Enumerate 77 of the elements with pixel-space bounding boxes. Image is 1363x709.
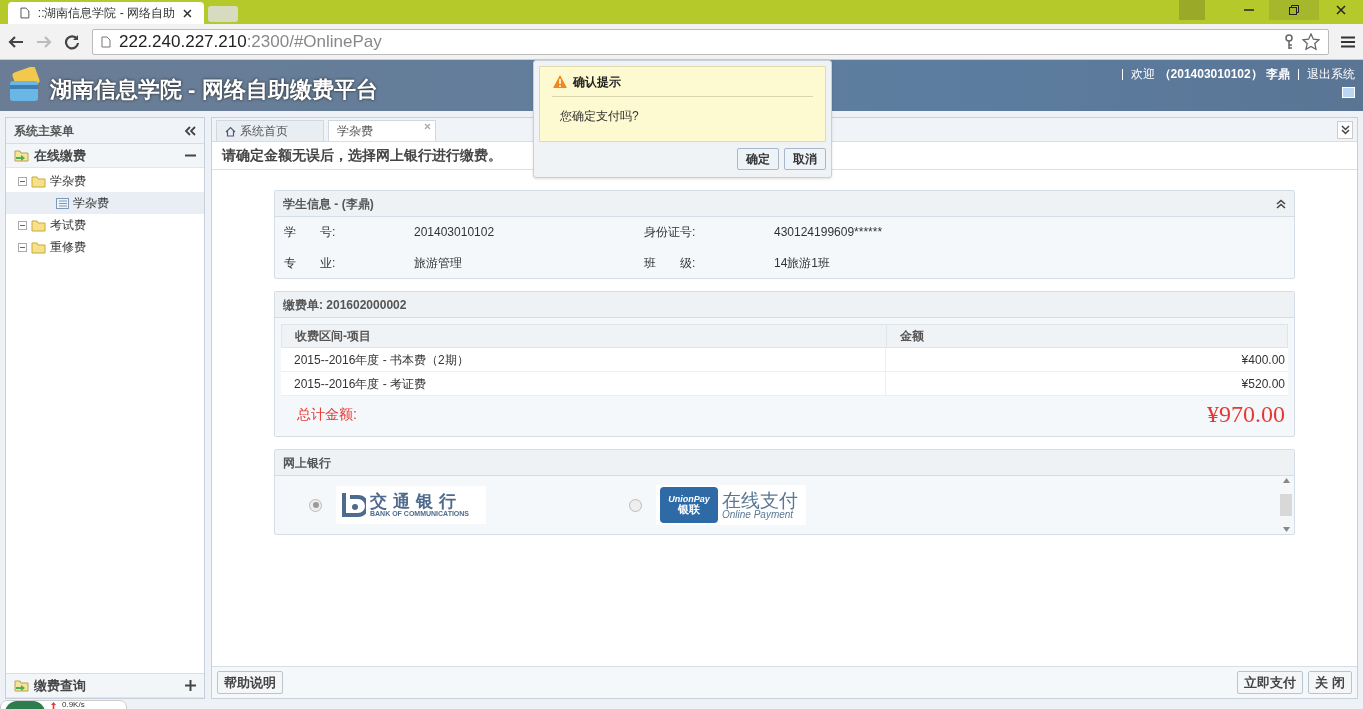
- warning-icon: [552, 74, 568, 89]
- radio-button[interactable]: [309, 498, 322, 512]
- table-cell: ¥520.00: [885, 372, 1288, 395]
- panel-title: 网上银行: [283, 454, 331, 472]
- field-value: 201403010102: [414, 224, 496, 241]
- field-value: 14旅游1班: [774, 255, 832, 272]
- pay-button[interactable]: 立即支付: [1237, 671, 1304, 694]
- tree-toggle-icon[interactable]: [18, 220, 27, 230]
- folder-icon: [31, 174, 46, 188]
- plus-icon[interactable]: [185, 680, 196, 691]
- bank-emblem-icon: [340, 491, 366, 519]
- field-label: 班 级:: [644, 255, 697, 272]
- tree-toggle-icon[interactable]: [18, 176, 27, 186]
- total-label: 总计金额:: [296, 404, 358, 424]
- bank-logo[interactable]: UnionPay 银联 在线支付 Online Payment: [656, 485, 806, 525]
- folder-icon: [31, 240, 46, 254]
- page-icon: [20, 7, 30, 19]
- panel-title: 学生信息 - (李鼎): [283, 195, 374, 213]
- folder-arrow-icon: [14, 678, 30, 693]
- table-cell-text: 2015--2016年度 - 书本费（2期）: [293, 351, 470, 369]
- column-header: 金额: [886, 325, 1287, 347]
- radio-button[interactable]: [629, 498, 642, 512]
- browser-tab[interactable]: ::湖南信息学院 - 网络自助: [8, 2, 204, 24]
- collapse-icon[interactable]: [1276, 198, 1286, 209]
- tree-item[interactable]: 学杂费: [6, 192, 204, 214]
- key-icon[interactable]: [1284, 33, 1294, 50]
- star-icon[interactable]: [1302, 32, 1320, 51]
- chevron-down-icon: [1340, 125, 1350, 135]
- welcome-text: 欢迎 （201403010102） 李鼎: [1131, 66, 1290, 83]
- page-icon: [101, 35, 111, 48]
- panel-title: 缴费单: 201602000002: [283, 296, 407, 314]
- expand-button[interactable]: [1337, 121, 1353, 139]
- restore-button[interactable]: [1269, 0, 1319, 20]
- arrow-up-icon: [51, 702, 56, 709]
- restore-icon: [1289, 5, 1299, 15]
- field-label: 专 业:: [284, 255, 337, 272]
- tree-item[interactable]: 重修费: [50, 238, 86, 256]
- folder-arrow-icon: [14, 148, 30, 163]
- close-icon[interactable]: [183, 8, 192, 18]
- arrow-down-icon: [1282, 527, 1290, 532]
- close-button[interactable]: 关 闭: [1308, 671, 1352, 694]
- field-label: 身份证号:: [644, 224, 697, 241]
- minimize-icon: [1244, 9, 1254, 11]
- dialog-message: 您确定支付吗?: [560, 108, 640, 125]
- column-header: 收费区间-项目: [294, 328, 372, 345]
- home-icon: [225, 125, 236, 137]
- total-amount: ¥970.00: [1206, 400, 1286, 429]
- tab[interactable]: 学杂费: [328, 120, 436, 141]
- sidebar-title: 系统主菜单: [14, 122, 74, 140]
- tab[interactable]: 系统首页: [216, 120, 324, 141]
- field-value: 旅游管理: [414, 255, 463, 272]
- back-icon[interactable]: [8, 34, 24, 49]
- dialog-button[interactable]: 取消: [784, 148, 826, 170]
- collapse-icon[interactable]: [184, 125, 196, 136]
- help-button[interactable]: 帮助说明: [217, 671, 283, 694]
- folder-icon: [31, 218, 46, 232]
- menu-icon[interactable]: [1341, 35, 1355, 48]
- list-icon: [56, 197, 69, 209]
- field-value: 430124199609******: [774, 224, 884, 241]
- field-label: 学 号:: [284, 224, 337, 241]
- dialog-button[interactable]: 确定: [737, 148, 779, 170]
- table-cell: ¥400.00: [885, 348, 1288, 371]
- notice-text: 请确定金额无误后，选择网上银行进行缴费。: [222, 146, 502, 165]
- logout-link[interactable]: 退出系统: [1307, 65, 1355, 83]
- tree-toggle-icon[interactable]: [18, 242, 27, 252]
- tree-item[interactable]: 考试费: [50, 216, 86, 234]
- speed-text: 0.9K/s: [62, 701, 85, 709]
- app-title: 湖南信息学院 - 网络自助缴费平台: [50, 76, 378, 104]
- credit-card-icon: [8, 67, 42, 103]
- reload-icon[interactable]: [64, 33, 80, 50]
- arrow-up-icon: [1282, 478, 1290, 483]
- dialog-title: 确认提示: [573, 73, 621, 91]
- table-cell-text: 2015--2016年度 - 考证费: [293, 375, 428, 393]
- close-icon: [1336, 5, 1346, 15]
- scrollbar[interactable]: [1280, 478, 1292, 532]
- tree-item[interactable]: 学杂费: [50, 172, 86, 190]
- address-field[interactable]: 222.240.227.210:2300/#OnlinePay: [92, 28, 1329, 55]
